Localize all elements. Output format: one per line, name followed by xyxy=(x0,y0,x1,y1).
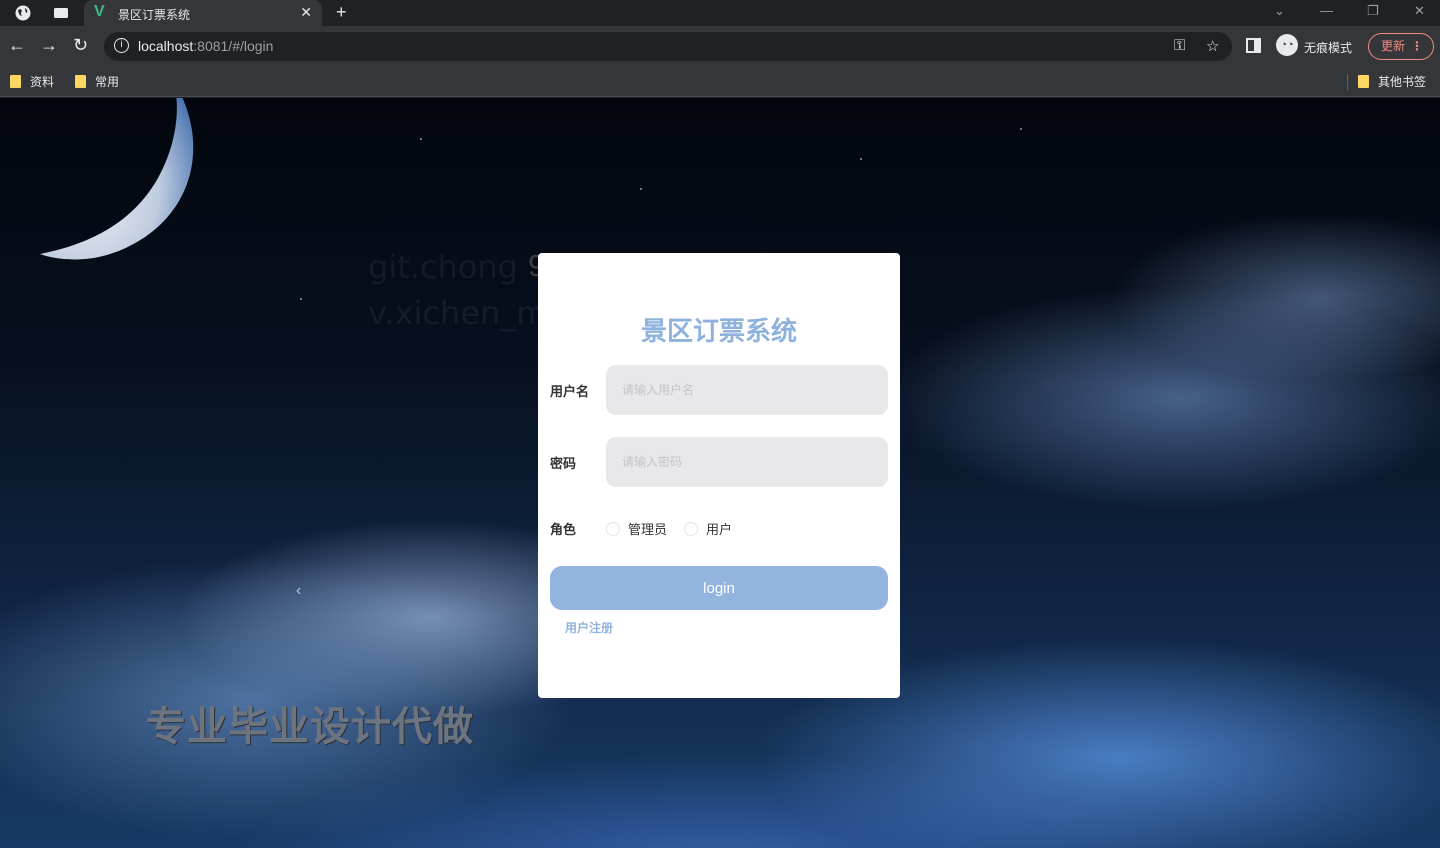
active-tab[interactable]: V 景区订票系统 ✕ xyxy=(84,0,322,26)
tab-list-icon[interactable]: ⌄ xyxy=(1274,3,1285,19)
vue-logo-icon: V xyxy=(94,3,105,20)
star-dot xyxy=(640,188,642,190)
folder-icon xyxy=(75,75,86,88)
login-card: 景区订票系统 用户名 密码 角色 管理员 用户 login 用户注册 xyxy=(538,253,900,698)
update-button[interactable]: 更新 ⋮ xyxy=(1368,33,1434,60)
other-bookmarks[interactable]: 其他书签 xyxy=(1358,73,1426,90)
radio-icon[interactable] xyxy=(684,522,698,536)
side-panel-icon[interactable] xyxy=(1246,38,1261,53)
moon-image xyxy=(40,98,194,260)
folder-icon xyxy=(10,75,21,88)
incognito-icon[interactable]: ◔◔ xyxy=(1276,34,1298,56)
bookmarks-bar: 资料 常用 其他书签 xyxy=(0,66,1440,97)
role-option-admin[interactable]: 管理员 xyxy=(606,519,667,538)
star-dot xyxy=(420,138,422,140)
back-icon[interactable]: ← xyxy=(8,35,26,56)
watermark-footer: 专业毕业设计代做 xyxy=(146,705,474,749)
role-option-label: 用户 xyxy=(706,522,733,537)
role-label: 角色 xyxy=(550,522,577,537)
role-option-label: 管理员 xyxy=(628,522,668,537)
update-label: 更新 xyxy=(1381,39,1406,53)
carousel-prev-icon: ‹ xyxy=(296,582,302,599)
folder-icon xyxy=(1358,75,1369,88)
incognito-label: 无痕模式 xyxy=(1304,41,1353,55)
tab-title: 景区订票系统 xyxy=(118,8,191,22)
username-label: 用户名 xyxy=(550,384,590,399)
url-path: :8081/#/login xyxy=(193,38,274,54)
bookmark-label: 其他书签 xyxy=(1378,75,1427,89)
minimize-icon[interactable]: — xyxy=(1320,3,1333,18)
star-dot xyxy=(300,298,302,300)
star-dot xyxy=(1020,128,1022,130)
register-link[interactable]: 用户注册 xyxy=(565,619,613,636)
watermark-faint-line1: git.chong xyxy=(368,248,518,286)
key-icon[interactable]: ⚿ xyxy=(1174,37,1185,54)
bookmark-label: 常用 xyxy=(95,75,120,89)
star-icon[interactable]: ☆ xyxy=(1206,37,1219,55)
address-bar[interactable]: i localhost:8081/#/login ⚿ ☆ xyxy=(104,32,1232,61)
login-button[interactable]: login xyxy=(550,566,888,610)
radio-icon[interactable] xyxy=(606,522,620,536)
password-label: 密码 xyxy=(550,456,577,471)
forward-icon[interactable]: → xyxy=(40,35,58,56)
tab-search-icon[interactable] xyxy=(52,4,70,22)
window-close-icon[interactable]: ✕ xyxy=(1414,3,1425,19)
page-background: git.chong v.xichen_m 99 23456 ‹ 专业毕业设计代做… xyxy=(0,98,1440,848)
page-title: 景区订票系统 xyxy=(640,316,797,346)
password-input[interactable] xyxy=(606,437,888,487)
browser-toolbar: ← → ↻ i localhost:8081/#/login ⚿ ☆ ◔◔ 无痕… xyxy=(0,26,1440,66)
reload-icon[interactable]: ↻ xyxy=(73,35,88,56)
url-host: localhost xyxy=(138,38,194,54)
bookmark-folder-changyong[interactable]: 常用 xyxy=(75,73,119,90)
globe-icon[interactable] xyxy=(14,4,32,22)
close-icon[interactable]: ✕ xyxy=(300,4,312,21)
username-input[interactable] xyxy=(606,365,888,415)
url-text[interactable]: localhost:8081/#/login xyxy=(138,38,273,54)
watermark-faint-line2: v.xichen_m xyxy=(368,294,548,332)
bookmarks-divider xyxy=(1347,74,1348,90)
kebab-icon[interactable]: ⋮ xyxy=(1411,34,1423,59)
info-icon[interactable]: i xyxy=(114,38,129,53)
bookmark-label: 资料 xyxy=(30,75,55,89)
role-option-user[interactable]: 用户 xyxy=(684,519,732,538)
star-dot xyxy=(860,158,862,160)
plus-icon[interactable]: + xyxy=(336,2,347,23)
restore-icon[interactable]: ❐ xyxy=(1367,3,1379,19)
bookmark-folder-ziliao[interactable]: 资料 xyxy=(10,73,54,90)
browser-tab-strip: V 景区订票系统 ✕ + ⌄ — ❐ ✕ xyxy=(0,0,1440,26)
